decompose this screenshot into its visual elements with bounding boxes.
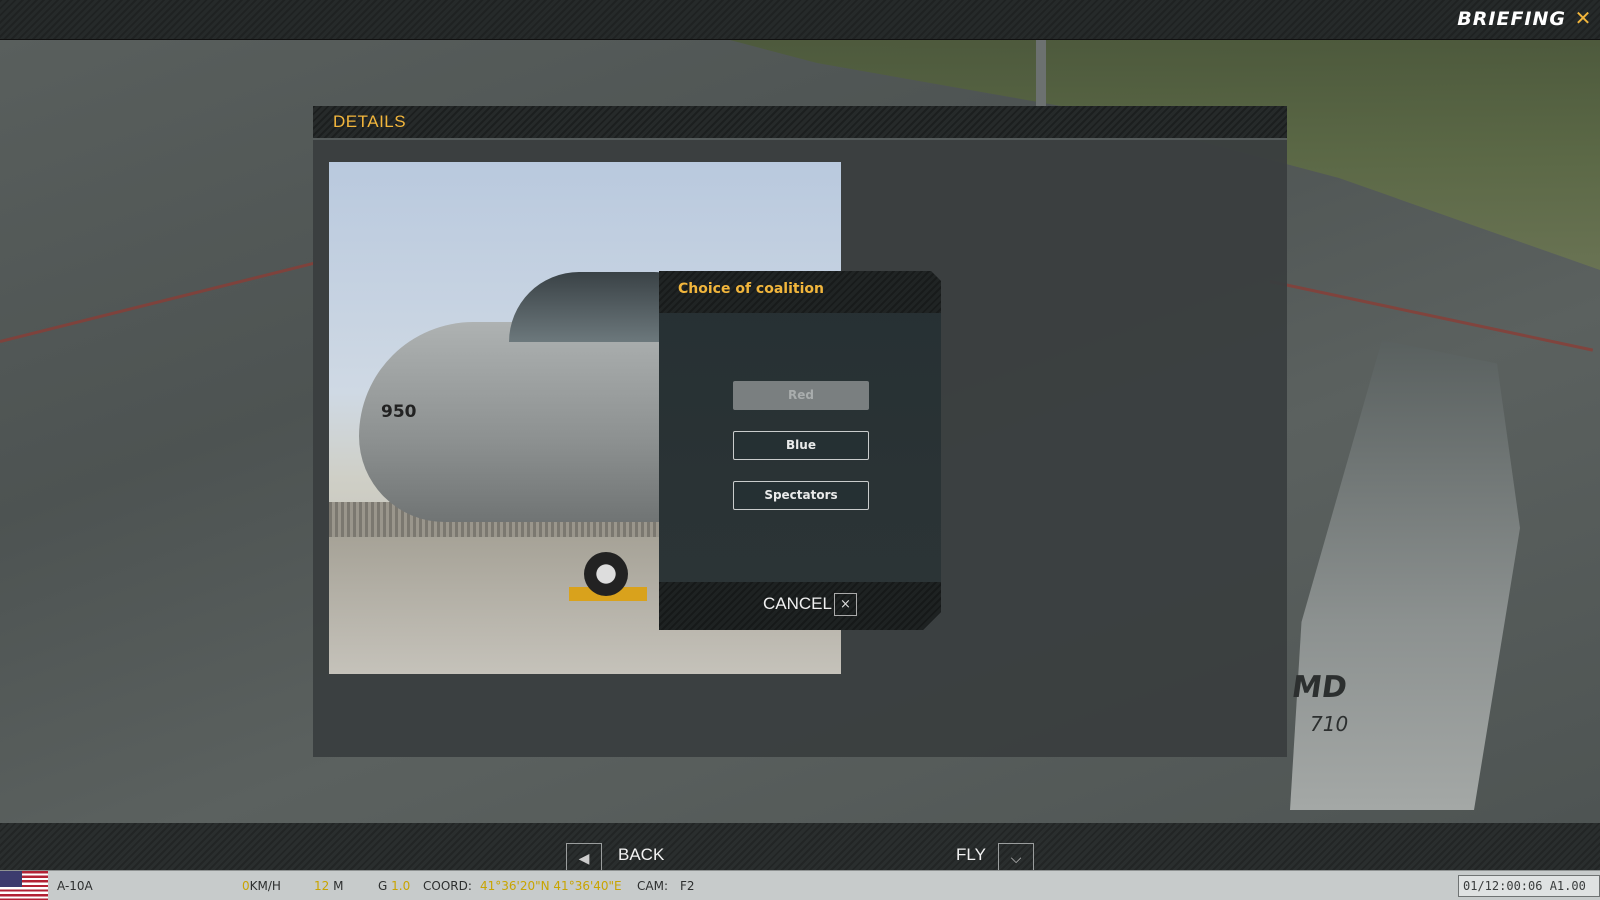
blue-coalition-button[interactable]: Blue (733, 431, 869, 460)
cam-value: F2 (680, 879, 695, 893)
screen: MD 710 BRIEFING ✕ DETAILS 950 Choice of … (0, 0, 1600, 900)
fly-button[interactable]: FLY (956, 845, 986, 865)
dialog-header: Choice of coalition (659, 271, 941, 313)
status-bar: A-10A 0KM/H 12 M G 1.0 COORD: 41°36'20"N… (0, 870, 1600, 900)
g-value: 1.0 (391, 879, 411, 893)
coord-label: COORD: (423, 879, 472, 893)
aircraft-type: A-10A (57, 879, 93, 893)
coalition-dialog: Choice of coalition Red Blue Spectators … (659, 271, 941, 630)
coord-value: 41°36'20"N 41°36'40"E (480, 879, 622, 893)
speed-value: 0 (242, 879, 250, 893)
speed-unit: KM/H (249, 879, 281, 893)
details-header: DETAILS (313, 106, 1287, 140)
us-flag-icon (0, 871, 48, 900)
details-title: DETAILS (333, 112, 407, 131)
red-coalition-button: Red (733, 381, 869, 410)
background-pole (1036, 40, 1046, 110)
photo-wheel (584, 552, 628, 596)
speed-readout: 0KM/H (242, 879, 281, 893)
spectators-button[interactable]: Spectators (733, 481, 869, 510)
g-label: G (378, 879, 388, 893)
altitude-unit: M (333, 879, 344, 893)
bottom-nav-bar (0, 823, 1600, 870)
altitude-readout: 12 M (314, 879, 343, 893)
altitude-value: 12 (314, 879, 330, 893)
cancel-button[interactable]: CANCEL (763, 594, 832, 614)
tail-number: 710 (1310, 712, 1349, 736)
cam-label: CAM: (637, 879, 668, 893)
back-button[interactable]: BACK (618, 845, 664, 865)
tail-marking: MD (1289, 670, 1350, 705)
dialog-footer: CANCEL × (659, 582, 941, 630)
dialog-title: Choice of coalition (678, 281, 824, 297)
photo-aircraft-number: 950 (381, 402, 417, 422)
cancel-close-icon[interactable]: × (834, 593, 857, 616)
page-title: BRIEFING (1457, 8, 1566, 30)
g-readout: G 1.0 (378, 879, 410, 893)
top-bar: BRIEFING ✕ (0, 0, 1600, 40)
close-icon[interactable]: ✕ (1572, 6, 1594, 32)
mission-time: 01/12:00:06 A1.00 (1458, 875, 1600, 897)
